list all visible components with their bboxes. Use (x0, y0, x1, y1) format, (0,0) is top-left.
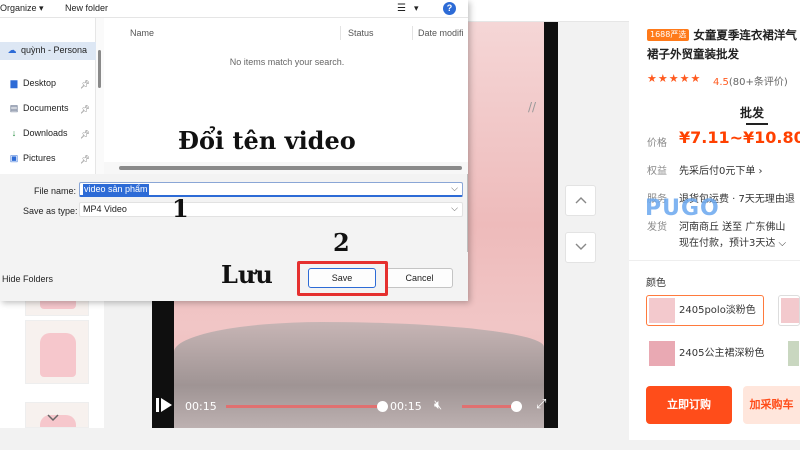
chevron-down-icon[interactable] (47, 412, 59, 422)
tab-wholesale[interactable]: 批发 (740, 104, 764, 121)
benefit-label: 权益 (647, 166, 667, 177)
pugo-watermark: PUGO (645, 196, 720, 221)
mute-icon[interactable]: 🔇︎ (434, 398, 442, 413)
price-range: ¥7.11~¥10.80 (679, 128, 800, 147)
documents-icon: ▤ (9, 103, 19, 113)
annotation-save: Lưu (221, 260, 273, 289)
new-folder-button[interactable]: New folder (65, 3, 108, 13)
nav-item-documents[interactable]: ▤ Documents (8, 103, 69, 117)
cancel-button[interactable]: Cancel (386, 268, 453, 288)
variant-more[interactable] (778, 295, 800, 326)
rating-stars: ★★★★★ (647, 72, 702, 85)
nav-item-onedrive[interactable]: ☁ quỳnh - Persona (0, 42, 96, 60)
nav-item-downloads[interactable]: ↓ Downloads (8, 128, 68, 142)
media-prev-button[interactable] (565, 185, 596, 216)
pin-icon[interactable]: 📌︎ (80, 105, 90, 114)
media-next-button[interactable] (565, 232, 596, 263)
file-name-label: File name: (34, 186, 77, 196)
divider (629, 260, 800, 261)
price-label: 价格 (647, 138, 667, 149)
variant-more[interactable] (785, 338, 800, 369)
video-controls: 00:15 00:15 🔇︎ ⤢ (152, 394, 558, 420)
nav-scrollbar[interactable] (96, 18, 104, 174)
pictures-icon: ▣ (9, 153, 19, 163)
navigation-pane: ☁ quỳnh - Persona ▆ Desktop 📌︎ ▤ Documents … (0, 18, 96, 174)
color-label: 颜色 (646, 278, 666, 289)
chevron-down-icon: ▾ (39, 3, 44, 13)
resize-hatch-icon: // (528, 100, 537, 114)
pin-icon[interactable]: 📌︎ (80, 130, 90, 139)
chevron-down-icon (575, 243, 586, 250)
play-bar-icon (156, 398, 159, 412)
column-header-date[interactable]: Date modifi (418, 28, 464, 38)
variant-thumbnail (649, 298, 675, 323)
save-type-label: Save as type: (23, 206, 78, 216)
annotation-step-2: 2 (333, 228, 350, 257)
volume-bar[interactable] (462, 405, 516, 408)
ship-eta[interactable]: 现在付款，预计3天达 ⌵ (679, 234, 786, 249)
variant-polo-pink[interactable]: 2405polo淡粉色 (646, 295, 764, 326)
variant-thumbnail (788, 341, 799, 366)
view-options-icon[interactable]: ☰ (397, 3, 406, 14)
seek-bar[interactable] (226, 405, 382, 408)
dialog-toolbar: Organize ▾ New folder ☰ ▾ ? (0, 0, 468, 18)
column-header-status[interactable]: Status (348, 28, 374, 38)
variant-thumbnail (781, 298, 799, 323)
benefit-text[interactable]: 先采后付0元下单 › (679, 162, 763, 177)
column-header-name[interactable]: Name (130, 28, 154, 38)
nav-scroll-thumb[interactable] (98, 50, 101, 88)
chevron-up-icon (575, 197, 586, 204)
help-icon[interactable]: ? (443, 2, 456, 15)
add-to-cart-button[interactable]: 加采购车 (743, 386, 800, 424)
organize-menu[interactable]: Organize ▾ (0, 3, 44, 14)
desktop-icon: ▆ (10, 78, 18, 88)
buy-now-button[interactable]: 立即订购 (646, 386, 732, 424)
save-type-value: MP4 Video (83, 204, 127, 214)
annotation-rename: Đổi tên video (178, 126, 356, 155)
product-title: 1688严选 女童夏季连衣裙洋气裙子外贸童装批发 (647, 28, 797, 61)
save-highlight-box (297, 261, 388, 296)
tab-underline (746, 123, 768, 125)
chevron-down-icon: ⌵ (451, 203, 458, 213)
nav-item-pictures[interactable]: ▣ Pictures (8, 153, 56, 167)
seek-knob[interactable] (377, 401, 388, 412)
hide-folders-toggle[interactable]: Hide Folders (2, 274, 53, 284)
rating-summary[interactable]: 4.5(80+条评价) (713, 73, 788, 88)
empty-message: No items match your search. (229, 57, 345, 67)
file-name-value: video sản phẩm (83, 184, 149, 195)
thumbnail[interactable] (25, 320, 89, 384)
nav-item-desktop[interactable]: ▆ Desktop (8, 78, 57, 92)
file-name-input[interactable]: video sản phẩm ⌵ (79, 182, 463, 197)
volume-knob[interactable] (511, 401, 522, 412)
pin-icon[interactable]: 📌︎ (80, 80, 90, 89)
variant-princess-pink[interactable]: 2405公主裙深粉色 (646, 338, 774, 369)
view-dropdown-icon[interactable]: ▾ (414, 3, 419, 14)
chevron-down-icon[interactable]: ⌵ (451, 183, 458, 194)
file-list-scroll-thumb[interactable] (119, 166, 462, 170)
play-icon[interactable] (161, 398, 172, 412)
duration-time: 00:15 (390, 400, 422, 413)
cloud-icon: ☁ (7, 45, 17, 55)
save-type-select[interactable]: MP4 Video ⌵ (79, 202, 463, 217)
downloads-icon: ↓ (11, 128, 17, 138)
current-time: 00:15 (185, 400, 217, 413)
variant-thumbnail (649, 341, 675, 366)
fullscreen-icon[interactable]: ⤢ (536, 397, 546, 412)
annotation-step-1: 1 (172, 194, 189, 223)
badge-1688: 1688严选 (647, 29, 690, 41)
pin-icon[interactable]: 📌︎ (80, 155, 90, 164)
